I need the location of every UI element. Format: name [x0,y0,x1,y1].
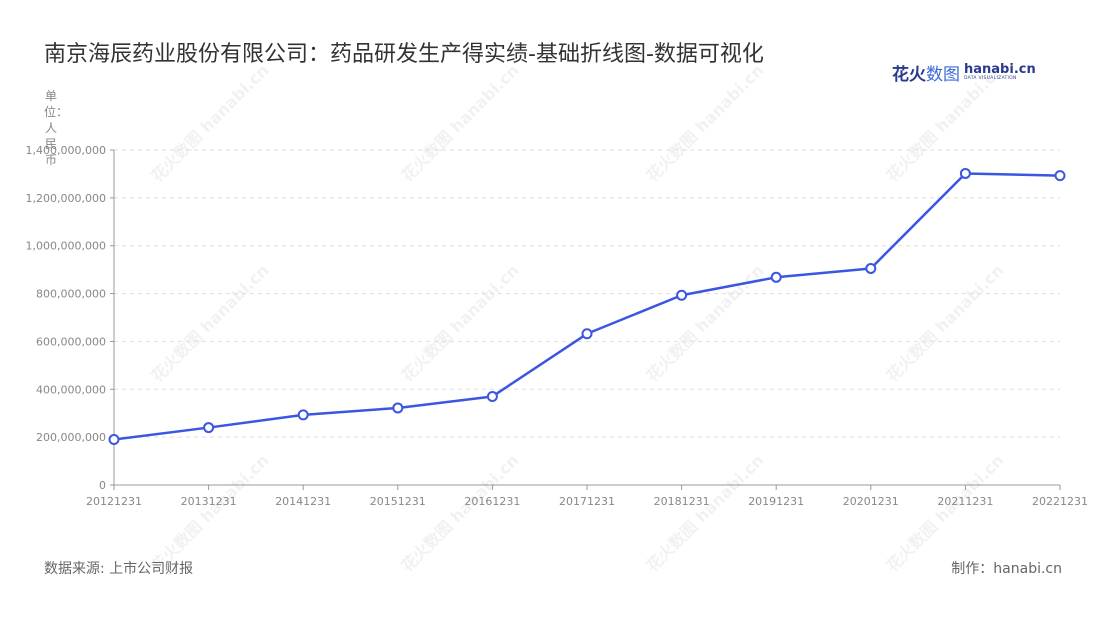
data-point [486,390,498,402]
x-tick-label: 20141231 [275,495,331,508]
maker-credit: 制作：hanabi.cn [951,561,1062,577]
y-tick-label: 600,000,000 [36,335,106,348]
data-point [581,328,593,340]
x-tick-label: 20181231 [654,495,710,508]
series-line [113,172,1061,441]
data-point [865,262,877,274]
y-tick-label: 1,400,000,000 [26,144,106,157]
data-point [108,434,120,446]
y-tick-label: 1,000,000,000 [26,240,106,253]
data-point [676,289,688,301]
data-point [297,409,309,421]
data-source: 数据来源: 上市公司财报 [44,561,194,577]
data-point [203,422,215,434]
y-tick-label: 200,000,000 [36,431,106,444]
data-point [959,167,971,179]
x-tick-label: 20151231 [370,495,426,508]
y-tick-label: 800,000,000 [36,288,106,301]
line-chart: 0 200,000,000 400,000,000 600,000,000 800,00… [26,144,1088,508]
y-tick-label: 0 [99,479,106,492]
x-tick-label: 20221231 [1032,495,1088,508]
data-point [770,271,782,283]
y-tick-label: 400,000,000 [36,383,106,396]
x-tick-label: 20161231 [464,495,520,508]
data-point [1054,170,1066,182]
x-tick-label: 20201231 [843,495,899,508]
x-tick-label: 20191231 [748,495,804,508]
y-tick-label: 1,200,000,000 [26,192,106,205]
data-point [392,402,404,414]
x-tick-label: 20131231 [181,495,237,508]
x-tick-label: 20121231 [86,495,142,508]
x-tick-label: 20171231 [559,495,615,508]
x-tick-label: 20211231 [937,495,993,508]
